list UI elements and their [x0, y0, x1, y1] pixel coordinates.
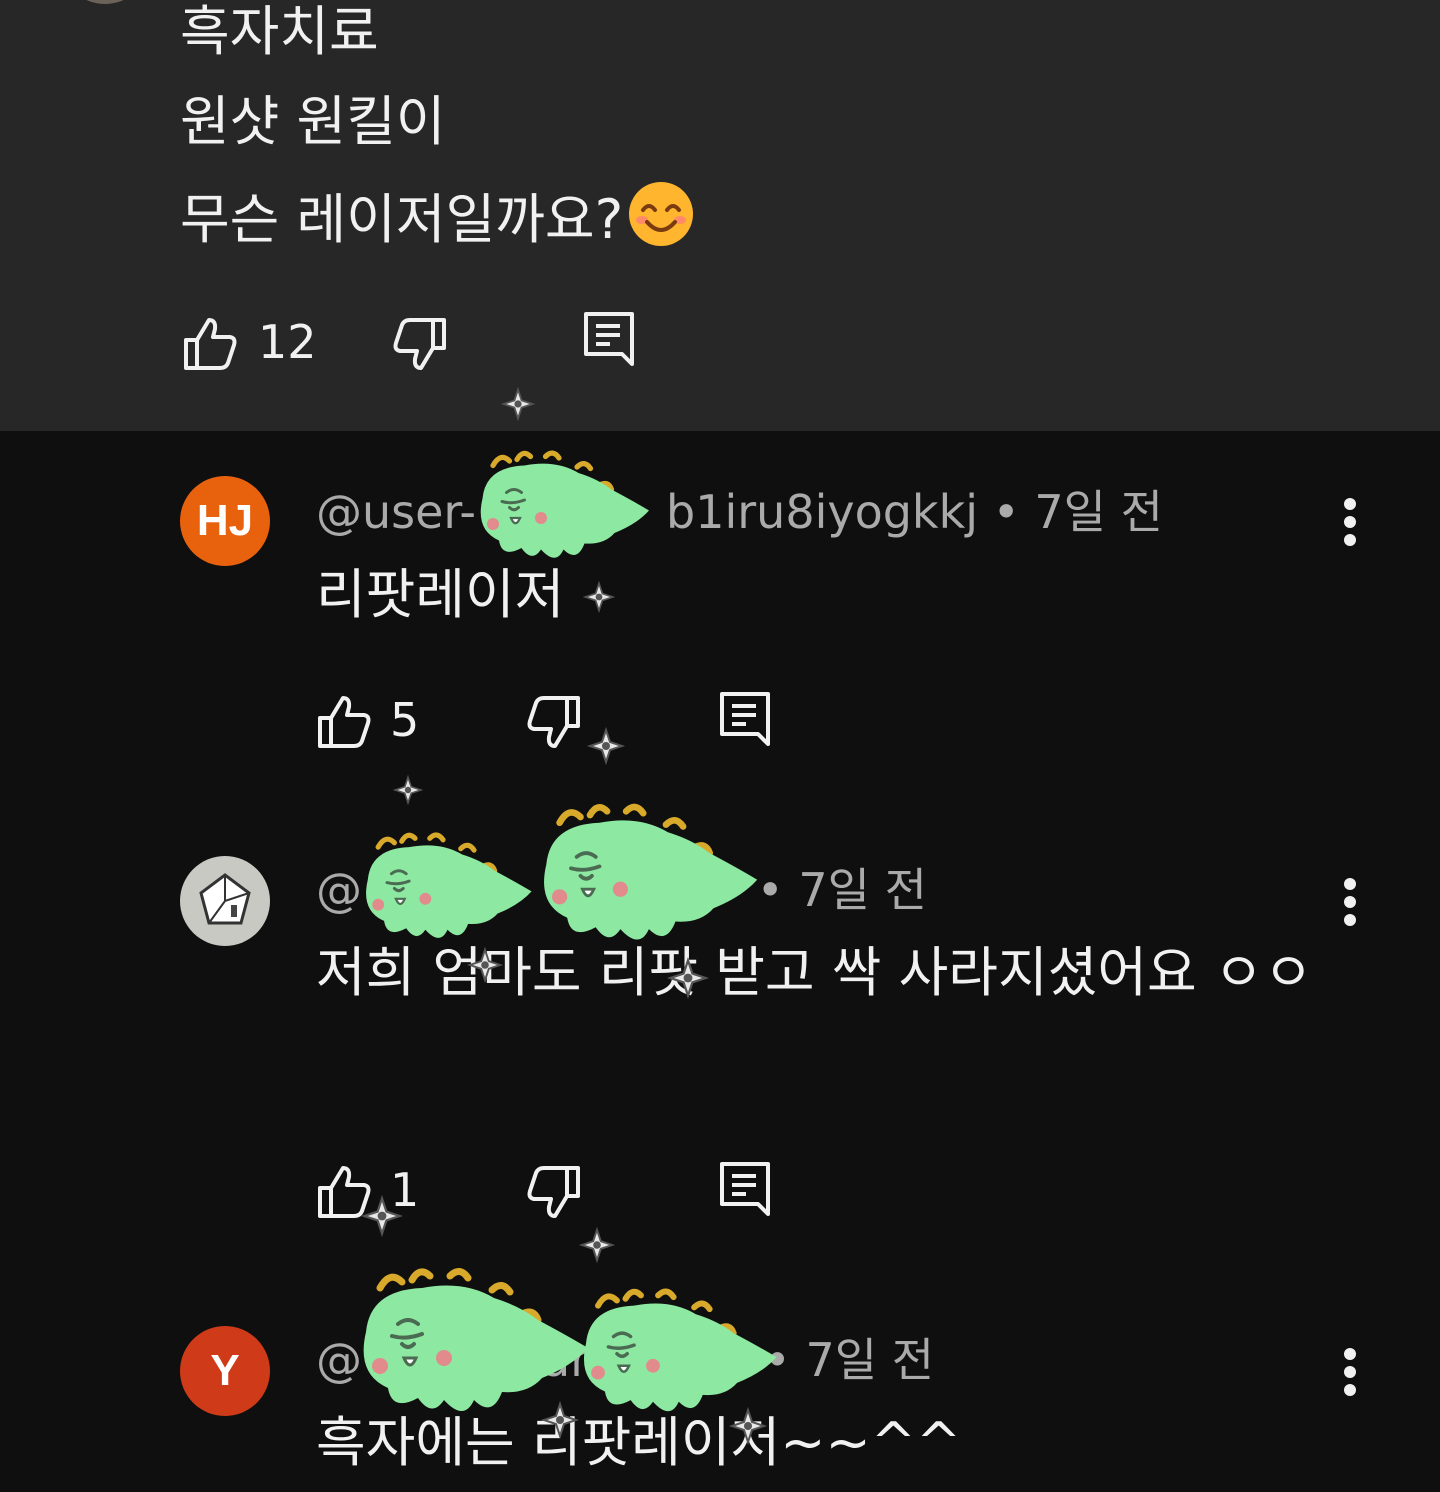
comment-text: 리팟레이저	[316, 563, 565, 626]
like-count: 5	[390, 693, 420, 747]
more-vertical-icon[interactable]	[1338, 878, 1362, 926]
avatar[interactable]: Y	[180, 1326, 270, 1416]
like-count: 1	[390, 1163, 420, 1217]
thumbs-down-icon[interactable]	[526, 1164, 582, 1220]
more-vertical-icon[interactable]	[1338, 498, 1362, 546]
avatar-initials: HJ	[196, 496, 254, 545]
avatar[interactable]	[180, 856, 270, 946]
user-handle[interactable]: @	[316, 1333, 362, 1387]
avatar-initials: Y	[210, 1346, 240, 1395]
sparkle-sticker	[586, 726, 626, 766]
sparkle-sticker	[392, 774, 424, 806]
highlighted-comment: 흑자치료 원샷 원킬이 무슨 레이저일까요? 12	[0, 0, 1440, 431]
reply-comment-icon[interactable]	[718, 1160, 774, 1220]
user-handle-mid[interactable]: ar	[542, 1333, 589, 1387]
separator-dot: •	[756, 863, 784, 917]
thumbs-down-icon[interactable]	[526, 694, 582, 750]
thumbs-up-icon[interactable]	[182, 316, 238, 372]
thumbs-up-icon[interactable]	[316, 694, 372, 750]
sparkle-sticker	[578, 1226, 616, 1264]
user-handle[interactable]: @user-	[316, 485, 476, 539]
avatar[interactable]: HJ	[180, 476, 270, 566]
comment-line: 흑자치료	[180, 0, 379, 63]
comment-meta: @ ar • 7일 전	[316, 1332, 934, 1388]
smiling-face-icon	[627, 180, 695, 262]
more-vertical-icon[interactable]	[1338, 1348, 1362, 1396]
separator-dot: •	[763, 1333, 791, 1387]
user-handle-tail[interactable]: b1iru8iyogkkj	[666, 485, 978, 539]
comment-time: 7일 전	[798, 863, 927, 917]
comment-text: 저희 엄마도 리팟 받고 싹 사라지셨어요 ㅇㅇ	[316, 941, 1314, 1004]
comment-line-text: 무슨 레이저일까요?	[180, 188, 624, 251]
comment-line: 무슨 레이저일까요?	[180, 180, 695, 262]
user-handle[interactable]: @	[316, 863, 362, 917]
avatar-image	[199, 873, 251, 925]
comment-line: 원샷 원킬이	[180, 90, 446, 153]
comment-meta: @ • 7일 전	[316, 862, 927, 918]
avatar[interactable]	[60, 0, 150, 4]
comment-text: 흑자에는 리팟레이저~~^^	[316, 1411, 962, 1474]
comment-time: 7일 전	[805, 1333, 935, 1387]
thumbs-down-icon[interactable]	[392, 316, 448, 372]
thumbs-up-icon[interactable]	[316, 1164, 372, 1220]
like-count: 12	[258, 315, 317, 369]
separator-dot: •	[992, 485, 1020, 539]
comment-meta: @user-b1iru8iyogkkj • 7일 전	[316, 484, 1163, 540]
reply-comment-icon[interactable]	[718, 690, 774, 750]
comment-time: 7일 전	[1034, 485, 1163, 539]
reply-comment-icon[interactable]	[582, 310, 638, 370]
